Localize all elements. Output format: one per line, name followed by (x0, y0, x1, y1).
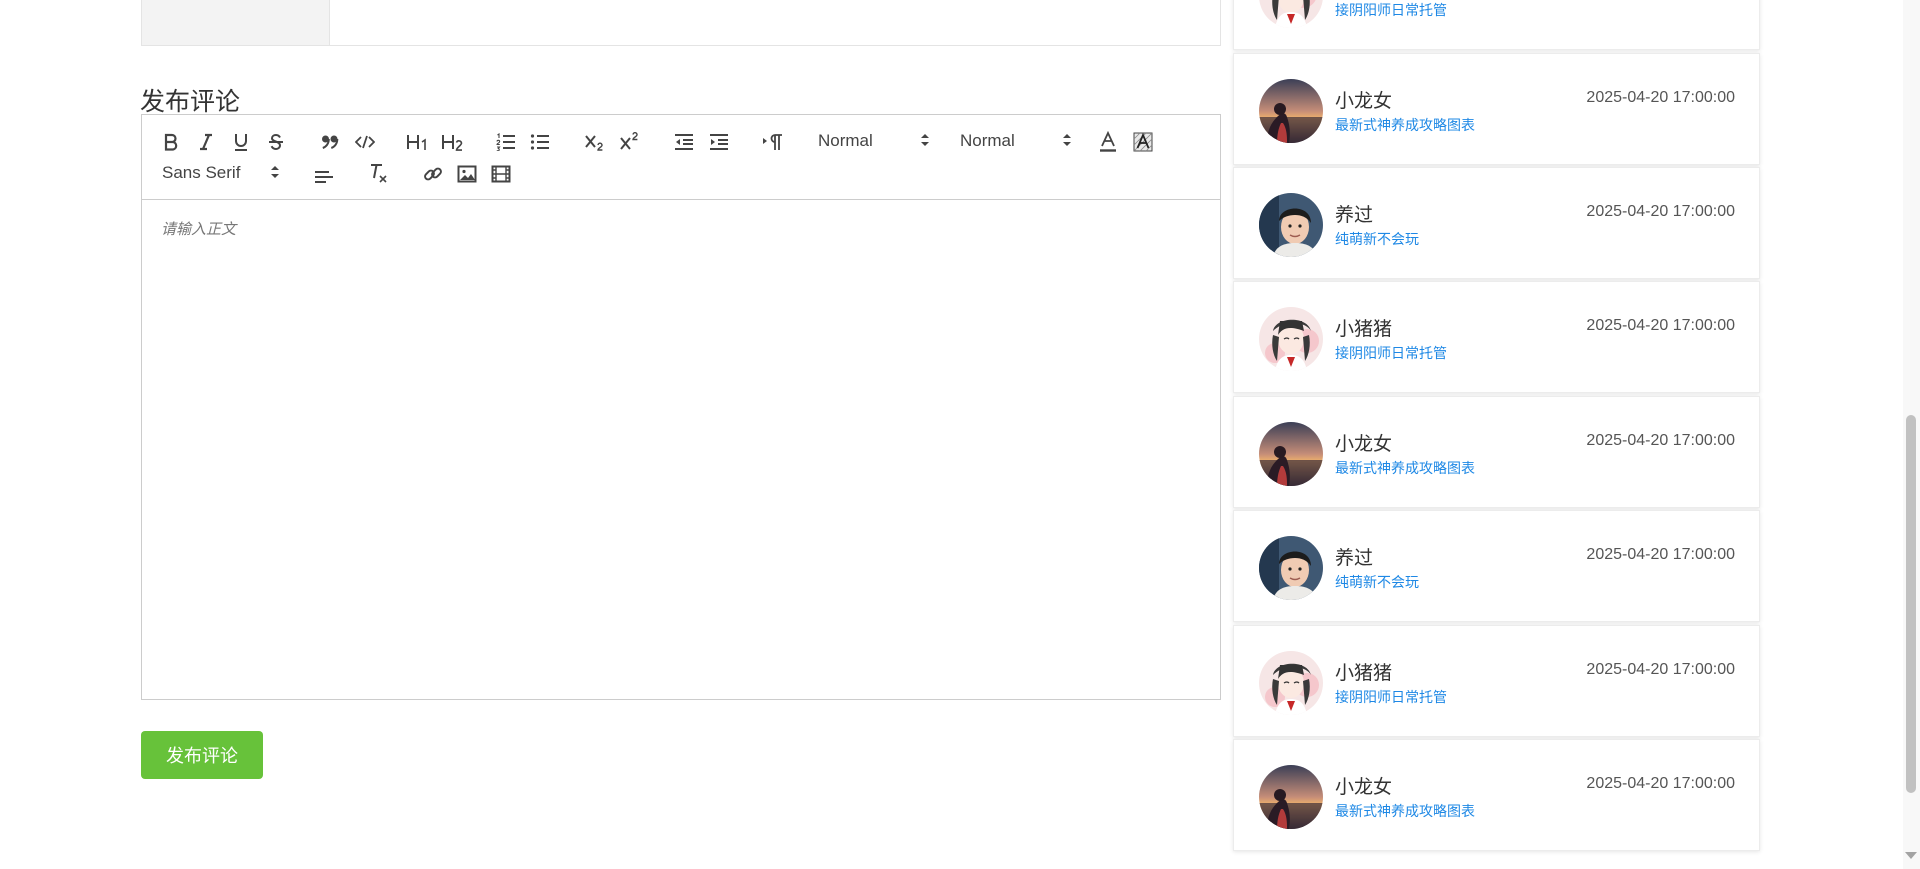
editor-placeholder: 请输入正文 (161, 220, 237, 238)
user-name: 养过 (1335, 204, 1374, 226)
header-picker-value: Normal (818, 131, 873, 150)
sunset-avatar-icon (1259, 79, 1323, 143)
video-icon[interactable] (489, 162, 513, 186)
game-tag-link[interactable]: 接阴阳师日常托管 (1335, 343, 1447, 363)
game-tag-link[interactable]: 纯萌新不会玩 (1335, 229, 1419, 249)
size-picker[interactable]: Normal (960, 129, 1072, 153)
header-2-button[interactable] (440, 130, 466, 154)
user-name: 小龙女 (1335, 90, 1393, 112)
outdent-button[interactable] (672, 130, 696, 154)
sidebar-list: 接阴阳师日常托管 小龙女 最新式神养成攻略图表 2025-04-20 17:00… (1233, 0, 1760, 869)
game-tag-link[interactable]: 最新式神养成攻略图表 (1335, 115, 1475, 135)
underline-button[interactable] (230, 130, 252, 154)
comment-section-title: 发布评论 (140, 87, 241, 116)
clear-format-icon[interactable] (367, 161, 391, 185)
timestamp: 2025-04-20 17:00:00 (1586, 661, 1735, 678)
font-picker-value: Sans Serif (162, 163, 241, 182)
list-item[interactable]: 接阴阳师日常托管 (1233, 0, 1760, 50)
scrollbar-thumb[interactable] (1906, 415, 1916, 793)
indent-button[interactable] (707, 130, 731, 154)
user-name: 养过 (1335, 547, 1374, 569)
list-item[interactable]: 养过 纯萌新不会玩 2025-04-20 17:00:00 (1233, 167, 1760, 279)
header-1-button[interactable] (405, 130, 431, 154)
link-icon[interactable] (421, 162, 445, 186)
italic-button[interactable] (195, 130, 217, 154)
text-direction-button[interactable] (761, 130, 785, 154)
game-tag-link[interactable]: 接阴阳师日常托管 (1335, 687, 1447, 707)
list-item[interactable]: 小龙女 最新式神养成攻略图表 2025-04-20 17:00:00 (1233, 739, 1760, 851)
timestamp: 2025-04-20 17:00:00 (1586, 546, 1735, 563)
list-item[interactable]: 小猪猪 接阴阳师日常托管 2025-04-20 17:00:00 (1233, 625, 1760, 737)
sunset-avatar-icon (1259, 422, 1323, 486)
game-tag-link[interactable]: 最新式神养成攻略图表 (1335, 458, 1475, 478)
sunset-avatar-icon (1259, 765, 1323, 829)
subscript-button[interactable] (583, 130, 607, 154)
image-icon[interactable] (455, 162, 479, 186)
picker-arrows-icon (920, 131, 930, 154)
superscript-button[interactable] (618, 130, 642, 154)
timestamp: 2025-04-20 17:00:00 (1586, 432, 1735, 449)
background-color-icon[interactable] (1131, 130, 1155, 154)
user-name: 小龙女 (1335, 776, 1393, 798)
anime-girl-avatar-icon (1259, 651, 1323, 715)
user-name: 小龙女 (1335, 433, 1393, 455)
man-avatar-icon (1259, 193, 1323, 257)
game-tag-link[interactable]: 最新式神养成攻略图表 (1335, 801, 1475, 821)
list-item[interactable]: 养过 纯萌新不会玩 2025-04-20 17:00:00 (1233, 510, 1760, 622)
anime-girl-avatar-icon (1259, 307, 1323, 371)
align-icon[interactable] (312, 163, 336, 187)
top-table-fragment (141, 0, 1221, 46)
list-item[interactable]: 小猪猪 接阴阳师日常托管 2025-04-20 17:00:00 (1233, 281, 1760, 393)
timestamp: 2025-04-20 17:00:00 (1586, 203, 1735, 220)
font-picker[interactable]: Sans Serif (162, 161, 280, 185)
picker-arrows-icon (270, 163, 280, 186)
game-tag-link[interactable]: 纯萌新不会玩 (1335, 572, 1419, 592)
man-avatar-icon (1259, 536, 1323, 600)
rich-text-editor: Normal Normal Sans Serif 请输入正文 (141, 114, 1221, 700)
strikethrough-button[interactable] (265, 130, 287, 154)
text-color-icon[interactable] (1096, 130, 1120, 154)
game-tag-link[interactable]: 接阴阳师日常托管 (1335, 0, 1447, 20)
timestamp: 2025-04-20 17:00:00 (1586, 317, 1735, 334)
submit-comment-button[interactable]: 发布评论 (141, 731, 263, 779)
table-label-cell (142, 0, 330, 45)
anime-girl-avatar-icon (1259, 0, 1323, 28)
list-item[interactable]: 小龙女 最新式神养成攻略图表 2025-04-20 17:00:00 (1233, 396, 1760, 508)
list-item[interactable]: 小龙女 最新式神养成攻略图表 2025-04-20 17:00:00 (1233, 53, 1760, 165)
user-name: 小猪猪 (1335, 662, 1393, 684)
editor-toolbar: Normal Normal Sans Serif (142, 115, 1220, 200)
header-picker[interactable]: Normal (818, 129, 930, 153)
scroll-down-arrow-icon[interactable] (1905, 852, 1917, 859)
blockquote-button[interactable] (319, 130, 341, 154)
timestamp: 2025-04-20 17:00:00 (1586, 89, 1735, 106)
bold-button[interactable] (160, 130, 182, 154)
ordered-list-button[interactable] (494, 130, 518, 154)
timestamp: 2025-04-20 17:00:00 (1586, 775, 1735, 792)
code-block-button[interactable] (354, 130, 376, 154)
size-picker-value: Normal (960, 131, 1015, 150)
editor-content-area[interactable]: 请输入正文 (142, 200, 1220, 699)
bullet-list-button[interactable] (528, 130, 552, 154)
user-name: 小猪猪 (1335, 318, 1393, 340)
picker-arrows-icon (1062, 131, 1072, 154)
